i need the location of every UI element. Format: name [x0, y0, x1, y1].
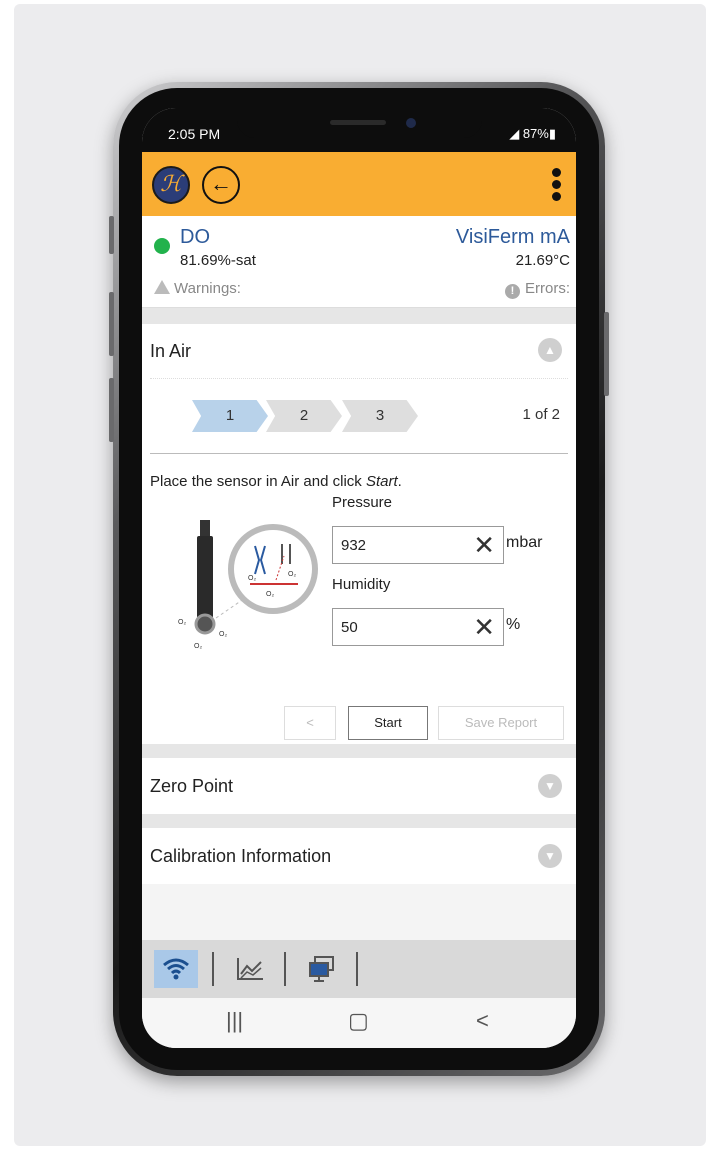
volume-up-button	[109, 216, 114, 254]
clear-icon[interactable]: ✕	[473, 612, 495, 642]
errors-label: Errors:	[525, 280, 570, 297]
o2-label: O₂	[288, 571, 296, 578]
o2-label: O₂	[248, 575, 256, 582]
instruction-text: Place the sensor in Air and click Start.	[150, 473, 402, 490]
section-gap	[142, 308, 576, 324]
calibration-information-title[interactable]: Calibration Information	[150, 846, 331, 867]
warnings-indicator[interactable]: Warnings:	[154, 280, 241, 297]
humidity-unit: %	[506, 616, 521, 633]
wifi-icon[interactable]	[154, 950, 198, 988]
phone-screen: 2:05 PM ◢ 87%▮ ℋ ← DO 81.69%-sat VisiFer…	[142, 108, 576, 1048]
pressure-label: Pressure	[332, 494, 393, 511]
section-gap	[142, 744, 576, 758]
chevron-up-icon[interactable]: ▲	[538, 338, 562, 362]
bottom-tab-bar	[142, 940, 576, 998]
back-arrow-icon[interactable]: ←	[202, 166, 240, 204]
section-divider	[150, 378, 568, 379]
volume-down-button	[109, 292, 114, 356]
pressure-value[interactable]: 932	[341, 537, 366, 554]
recent-apps-icon[interactable]: |||	[226, 1008, 243, 1034]
tab-separator	[356, 952, 358, 986]
instruction-prefix: Place the sensor in Air and click	[150, 473, 366, 490]
in-air-title[interactable]: In Air	[150, 341, 191, 362]
chart-icon[interactable]	[228, 950, 272, 988]
android-nav-bar: ||| ▢ <	[142, 998, 576, 1048]
temperature-value: 21.69°C	[515, 252, 570, 269]
zero-point-title[interactable]: Zero Point	[150, 776, 233, 797]
chevron-down-icon[interactable]: ▼	[538, 844, 562, 868]
step-2[interactable]: 2	[266, 400, 342, 432]
error-icon: !	[505, 284, 520, 299]
speaker-grille	[330, 120, 386, 125]
o2-label: O₂	[178, 619, 186, 626]
sensor-reading-panel: DO 81.69%-sat VisiFerm mA 21.69°C Warnin…	[142, 216, 576, 308]
more-menu-icon[interactable]	[550, 166, 562, 204]
nav-back-icon[interactable]: <	[476, 1008, 489, 1034]
parameter-name: DO	[180, 226, 210, 248]
pressure-unit: mbar	[506, 534, 543, 551]
humidity-field[interactable]: 50 ✕	[332, 608, 504, 646]
instruction-emphasis: Start	[365, 473, 398, 490]
hamilton-logo-icon: ℋ	[152, 166, 190, 204]
page-indicator: 1 of 2	[522, 406, 560, 423]
humidity-label: Humidity	[332, 576, 391, 593]
sensor-diagram: O₂ O₂ O₂ O₂ O₂ O₂	[178, 520, 318, 650]
devices-icon[interactable]	[300, 950, 344, 988]
o2-label: O₂	[194, 643, 202, 650]
humidity-value[interactable]: 50	[341, 619, 358, 636]
clear-icon[interactable]: ✕	[473, 530, 495, 560]
start-button[interactable]: Start	[348, 706, 428, 740]
tab-separator	[284, 952, 286, 986]
o2-label: O₂	[219, 631, 227, 638]
parameter-value: 81.69%-sat	[180, 252, 256, 269]
power-button	[604, 312, 609, 396]
save-report-button[interactable]: Save Report	[438, 706, 564, 740]
section-gap	[142, 814, 576, 828]
o2-label: O₂	[266, 591, 274, 598]
pressure-field[interactable]: 932 ✕	[332, 526, 504, 564]
app-bar: ℋ ←	[142, 152, 576, 216]
sensor-name: VisiFerm mA	[455, 226, 570, 248]
side-key	[109, 378, 114, 442]
errors-indicator[interactable]: ! Errors:	[505, 280, 570, 299]
status-dot-icon	[154, 238, 170, 254]
step-1[interactable]: 1	[192, 400, 268, 432]
chevron-down-icon[interactable]: ▼	[538, 774, 562, 798]
step-divider	[150, 453, 568, 454]
tab-separator	[212, 952, 214, 986]
status-time: 2:05 PM	[168, 126, 221, 142]
previous-button[interactable]: <	[284, 706, 336, 740]
warnings-label: Warnings:	[174, 280, 241, 297]
warning-icon	[154, 280, 170, 294]
front-camera	[406, 118, 416, 128]
instruction-suffix: .	[397, 473, 402, 490]
battery-indicator: ◢ 87%▮	[509, 126, 556, 141]
step-3[interactable]: 3	[342, 400, 418, 432]
home-icon[interactable]: ▢	[348, 1008, 369, 1034]
